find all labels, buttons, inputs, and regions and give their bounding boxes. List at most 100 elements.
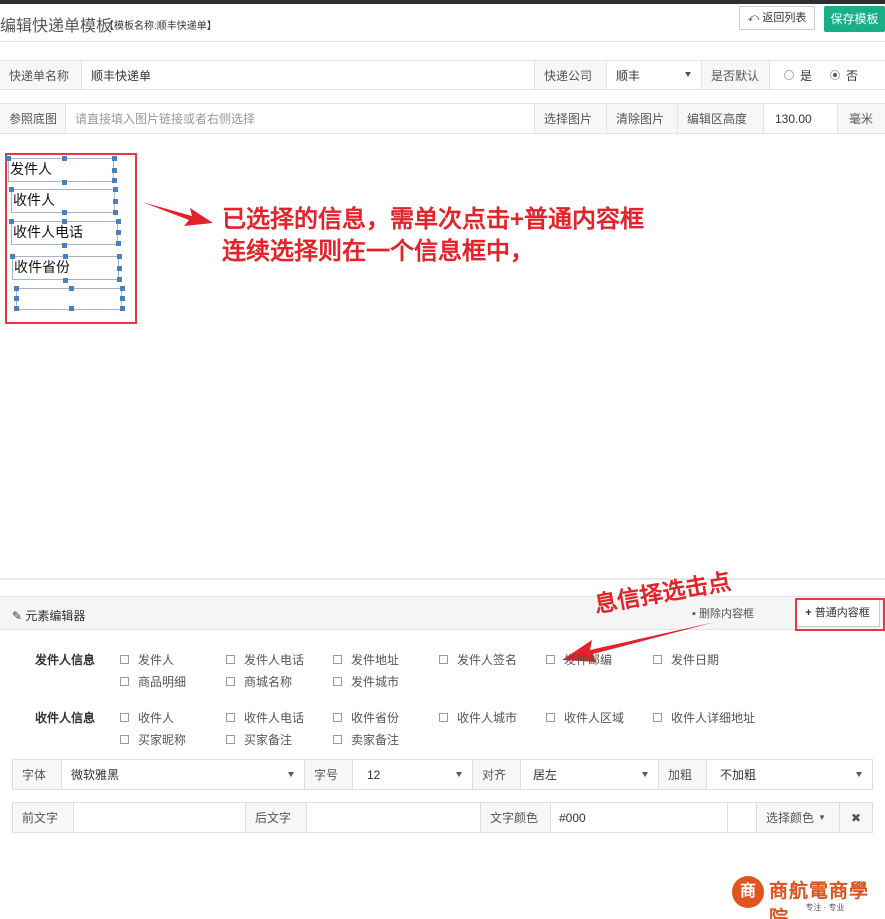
checkbox-label: 发件人电话 [244, 653, 305, 667]
checkbox[interactable] [333, 735, 342, 744]
bg-url-input[interactable]: 请直接填入图片链接或者右侧选择 [66, 104, 535, 133]
checkbox[interactable] [333, 713, 342, 722]
radio-no[interactable] [830, 70, 841, 80]
canvas-field-label: 发件人 [10, 161, 52, 177]
checkbox[interactable] [439, 655, 448, 664]
prefix-input[interactable] [74, 803, 246, 832]
checkbox[interactable] [226, 735, 235, 744]
resize-handle[interactable] [116, 219, 121, 224]
delete-box-label: 删除内容框 [698, 608, 754, 620]
checkbox-item[interactable]: 卖家备注 [333, 731, 399, 748]
resize-handle[interactable] [62, 180, 67, 185]
checkbox-item[interactable]: 收件人区域 [546, 709, 624, 726]
choose-image-button[interactable]: 选择图片 [535, 104, 607, 133]
checkbox-item[interactable]: 买家备注 [226, 731, 292, 748]
bold-label: 加粗 [659, 760, 707, 789]
align-select[interactable]: 居左 [521, 760, 659, 789]
resize-handle[interactable] [113, 210, 118, 215]
resize-handle[interactable] [63, 278, 68, 283]
checkbox-item[interactable]: 发件地址 [333, 651, 399, 668]
checkbox-item[interactable]: 商品明细 [120, 673, 186, 690]
resize-handle[interactable] [117, 266, 122, 271]
checkbox-item[interactable]: 收件人城市 [439, 709, 517, 726]
checkbox-item[interactable]: 发件城市 [333, 673, 399, 690]
color-swatch [728, 803, 757, 832]
canvas-field-box[interactable]: 发件人 [8, 158, 114, 182]
resize-handle[interactable] [120, 286, 125, 291]
checkbox-item[interactable]: 发件邮编 [546, 651, 612, 668]
resize-handle[interactable] [62, 156, 67, 161]
checkbox-item[interactable]: 发件人签名 [439, 651, 517, 668]
checkbox-item[interactable]: 收件省份 [333, 709, 399, 726]
name-input[interactable]: 顺丰快递单 [82, 61, 535, 89]
checkbox[interactable] [226, 713, 235, 722]
checkbox[interactable] [546, 655, 555, 664]
company-select[interactable]: 顺丰 [607, 61, 702, 89]
checkbox[interactable] [226, 677, 235, 686]
checkbox[interactable] [546, 713, 555, 722]
checkbox-item[interactable]: 收件人 [120, 709, 174, 726]
back-to-list-button[interactable]: ⤺ 返回列表 [739, 6, 815, 30]
height-input[interactable]: 130.00 [764, 104, 838, 133]
resize-handle[interactable] [113, 187, 118, 192]
resize-handle[interactable] [62, 219, 67, 224]
resize-handle[interactable] [69, 286, 74, 291]
resize-handle[interactable] [69, 306, 74, 311]
checkbox-item[interactable]: 发件人 [120, 651, 174, 668]
checkbox[interactable] [226, 655, 235, 664]
checkbox-item[interactable]: 发件日期 [653, 651, 719, 668]
checkbox[interactable] [653, 655, 662, 664]
resize-handle[interactable] [113, 199, 118, 204]
resize-handle[interactable] [117, 277, 122, 282]
canvas-field-box[interactable]: 收件人电话 [11, 221, 118, 245]
canvas-field-box[interactable]: 收件省份 [12, 256, 119, 280]
checkbox-item[interactable]: 收件人详细地址 [653, 709, 755, 726]
save-template-button[interactable]: 保存模板 [824, 6, 885, 32]
size-select[interactable]: 12 [353, 760, 473, 789]
resize-handle[interactable] [10, 254, 15, 259]
resize-handle[interactable] [63, 254, 68, 259]
checkbox-item[interactable]: 商城名称 [226, 673, 292, 690]
annotation-arrow-icon [142, 202, 213, 226]
checkbox-item[interactable]: 买家昵称 [120, 731, 186, 748]
checkbox[interactable] [439, 713, 448, 722]
resize-handle[interactable] [112, 178, 117, 183]
checkbox[interactable] [653, 713, 662, 722]
company-value: 顺丰 [616, 68, 641, 83]
resize-handle[interactable] [14, 286, 19, 291]
resize-handle[interactable] [6, 156, 11, 161]
checkbox[interactable] [120, 713, 129, 722]
radio-yes[interactable] [784, 70, 794, 80]
color-input[interactable]: #000 [551, 803, 728, 832]
font-select[interactable]: 微软雅黑 [62, 760, 305, 789]
resize-handle[interactable] [14, 296, 19, 301]
checkbox[interactable] [120, 677, 129, 686]
checkbox-item[interactable]: 发件人电话 [226, 651, 304, 668]
pick-color-button[interactable]: 选择颜色 ▼ [757, 803, 840, 832]
checkbox[interactable] [333, 677, 342, 686]
checkbox[interactable] [333, 655, 342, 664]
checkbox-label: 收件人电话 [244, 711, 305, 725]
resize-handle[interactable] [120, 306, 125, 311]
resize-handle[interactable] [9, 219, 14, 224]
resize-handle[interactable] [112, 156, 117, 161]
resize-handle[interactable] [62, 210, 67, 215]
resize-handle[interactable] [116, 241, 121, 246]
back-label: 返回列表 [762, 12, 807, 24]
resize-handle[interactable] [112, 168, 117, 173]
resize-handle[interactable] [116, 230, 121, 235]
checkbox-item[interactable]: 收件人电话 [226, 709, 304, 726]
suffix-input[interactable] [307, 803, 481, 832]
checkbox[interactable] [120, 655, 129, 664]
bold-select[interactable]: 不加粗 [707, 760, 872, 789]
clear-color-button[interactable]: ✖ [840, 803, 872, 832]
canvas-field-label: 收件人电话 [13, 224, 83, 240]
clear-image-button[interactable]: 清除图片 [607, 104, 678, 133]
element-editor-header: ✎ 元素编辑器 ▪ 删除内容框 + 普通内容框 [0, 596, 885, 630]
checkbox[interactable] [120, 735, 129, 744]
resize-handle[interactable] [62, 243, 67, 248]
resize-handle[interactable] [9, 187, 14, 192]
resize-handle[interactable] [14, 306, 19, 311]
resize-handle[interactable] [117, 254, 122, 259]
resize-handle[interactable] [120, 296, 125, 301]
